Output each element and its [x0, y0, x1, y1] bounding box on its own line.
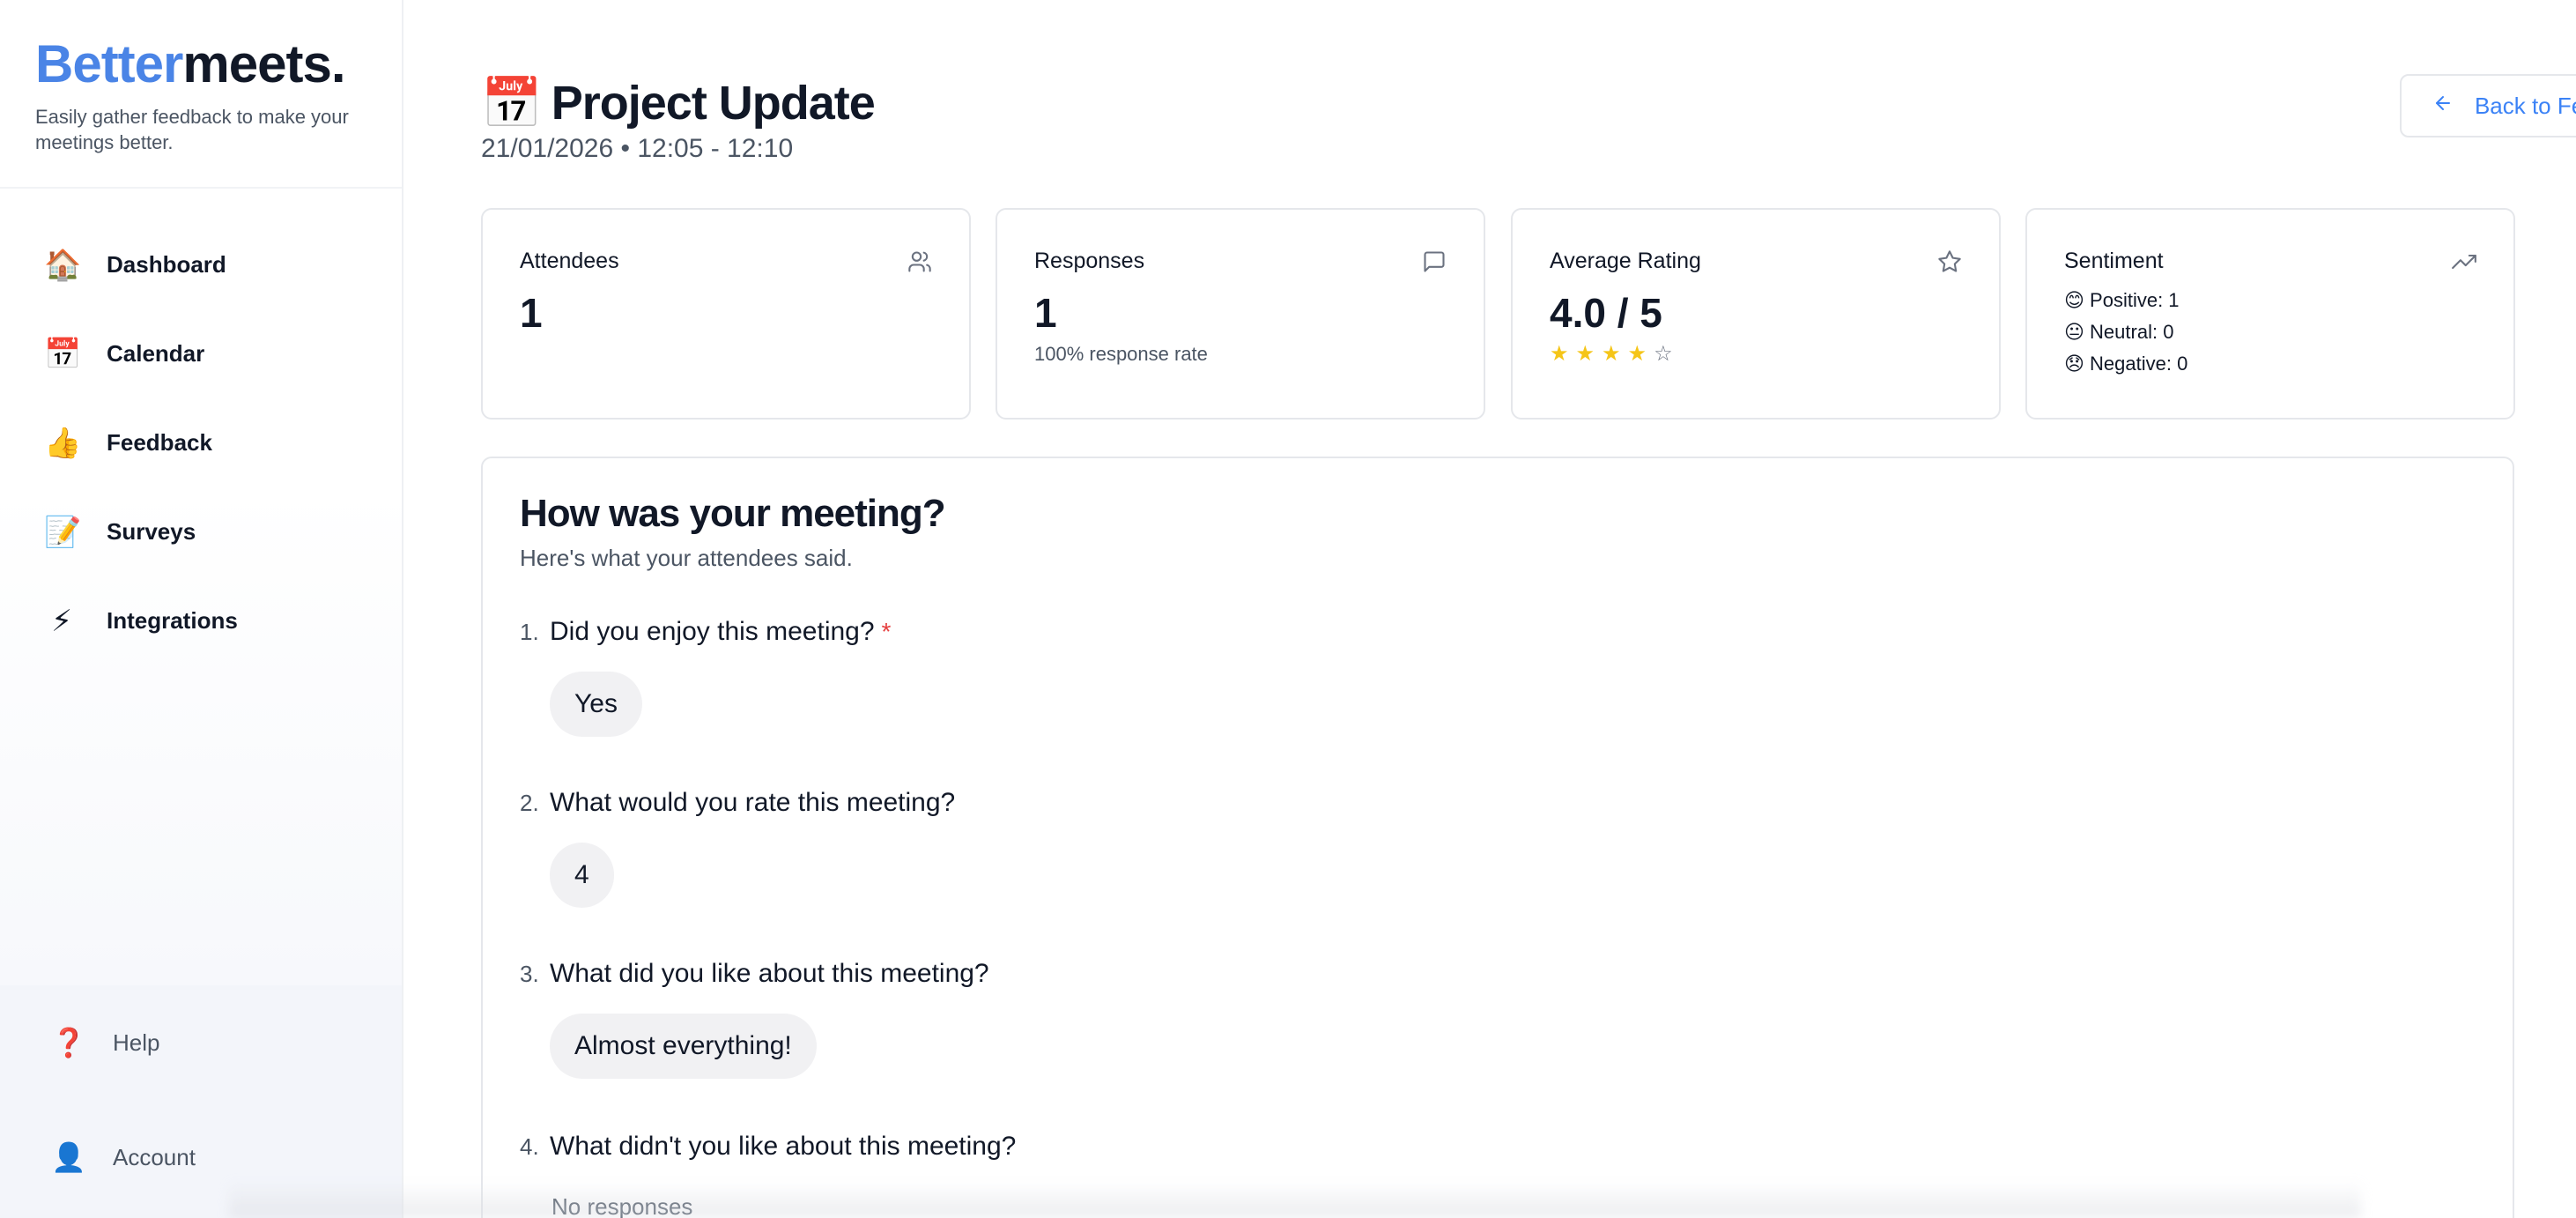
sentiment-neutral: 😐 Neutral: 0: [2064, 321, 2174, 343]
responses-count: 1: [1034, 290, 1057, 336]
no-responses-text: No responses: [551, 1193, 693, 1218]
question-item: 1. Did you enjoy this meeting? * Yes: [520, 617, 891, 737]
sidebar-item-account[interactable]: 👤 Account: [0, 1100, 402, 1214]
question-number: 2.: [520, 790, 539, 816]
required-marker: *: [881, 618, 892, 645]
brand: Bettermeets. Easily gather feedback to m…: [0, 0, 402, 189]
sidebar-item-label: Calendar: [107, 340, 205, 367]
sentiment-list: 😊 Positive: 1 😐 Neutral: 0 😞 Negative: 0: [2064, 285, 2476, 380]
brand-logo[interactable]: Bettermeets.: [35, 35, 366, 93]
calendar-icon: 📅: [44, 337, 82, 371]
lightning-icon: ⚡: [51, 604, 72, 638]
sentiment-negative: 😞 Negative: 0: [2064, 353, 2188, 375]
question-text: Did you enjoy this meeting?: [550, 617, 875, 646]
stats-cards: Attendees 1 Responses 1 100% response ra…: [481, 208, 2515, 420]
attendees-count: 1: [520, 290, 543, 336]
star-filled-icon: ★: [1575, 342, 1595, 366]
answer-pill: Almost everything!: [550, 1014, 817, 1079]
back-to-feedback-label: Back to Feedback: [2474, 92, 2576, 119]
card-title: Responses: [1034, 249, 1145, 273]
memo-icon: 📝: [44, 515, 82, 549]
arrow-left-icon: [2432, 93, 2454, 120]
responses-card: Responses 1 100% response rate: [996, 208, 1485, 420]
brand-tagline: Easily gather feedback to make your meet…: [35, 106, 349, 153]
question-item: 2. What would you rate this meeting? 4: [520, 788, 955, 908]
star-filled-icon: ★: [1627, 342, 1647, 366]
average-rating-value: 4.0 / 5: [1550, 290, 1662, 336]
sidebar-item-label: Integrations: [107, 607, 238, 634]
card-title: Sentiment: [2064, 249, 2164, 273]
panel-subtitle: Here's what your attendees said.: [520, 545, 853, 571]
sidebar-item-integrations[interactable]: ⚡ Integrations: [0, 576, 402, 665]
sidebar-item-label: Surveys: [107, 518, 196, 545]
responses-panel: How was your meeting? Here's what your a…: [481, 457, 2514, 1218]
trending-up-icon: [2452, 249, 2476, 274]
sidebar-item-help[interactable]: ❓ Help: [0, 985, 402, 1100]
attendees-card: Attendees 1: [481, 208, 971, 420]
brand-logo-better: Better: [35, 34, 183, 93]
answer-pill: 4: [550, 843, 614, 908]
rating-stars: ★ ★ ★ ★ ☆: [1550, 343, 1962, 366]
sidebar-nav: 🏠 Dashboard 📅 Calendar 👍 Feedback 📝 Surv…: [0, 189, 402, 665]
question-item: 4. What didn't you like about this meeti…: [520, 1132, 1016, 1218]
sidebar-item-feedback[interactable]: 👍 Feedback: [0, 398, 402, 487]
brand-logo-meets: meets.: [182, 34, 345, 93]
meeting-datetime: 21/01/2026 • 12:05 - 12:10: [481, 134, 794, 163]
sentiment-card: Sentiment 😊 Positive: 1 😐 Neutral: 0 😞 N…: [2025, 208, 2515, 420]
sidebar-item-label: Feedback: [107, 429, 212, 456]
sidebar-item-label: Dashboard: [107, 251, 226, 278]
calendar-icon: 📅: [481, 75, 543, 130]
question-number: 1.: [520, 619, 539, 645]
question-number: 4.: [520, 1133, 539, 1160]
house-icon: 🏠: [44, 248, 82, 282]
sidebar-item-calendar[interactable]: 📅 Calendar: [0, 309, 402, 398]
user-icon: 👤: [51, 1141, 86, 1173]
response-rate: 100% response rate: [1034, 343, 1208, 365]
back-to-feedback-button[interactable]: Back to Feedback: [2400, 74, 2576, 137]
sidebar-item-surveys[interactable]: 📝 Surveys: [0, 487, 402, 576]
page-header: 📅 Project Update: [481, 74, 876, 132]
users-icon: [907, 249, 932, 274]
page-title: Project Update: [551, 77, 876, 130]
star-empty-icon: ☆: [1654, 342, 1673, 366]
answer-pill: Yes: [550, 672, 642, 737]
star-filled-icon: ★: [1602, 342, 1621, 366]
question-text: What would you rate this meeting?: [550, 788, 956, 817]
star-icon: [1937, 249, 1962, 274]
question-icon: ❓: [51, 1027, 86, 1058]
card-title: Average Rating: [1550, 249, 1701, 273]
thumbs-up-icon: 👍: [44, 426, 82, 460]
sentiment-positive: 😊 Positive: 1: [2064, 289, 2180, 311]
sidebar-item-dashboard[interactable]: 🏠 Dashboard: [0, 220, 402, 309]
question-number: 3.: [520, 961, 539, 987]
sidebar-bottom: ❓ Help 👤 Account: [0, 985, 402, 1218]
card-title: Attendees: [520, 249, 619, 273]
average-rating-card: Average Rating 4.0 / 5 ★ ★ ★ ★ ☆: [1511, 208, 2001, 420]
sidebar-item-label: Account: [113, 1143, 196, 1170]
panel-title: How was your meeting?: [520, 492, 946, 535]
question-text: What did you like about this meeting?: [550, 959, 989, 988]
sidebar: Bettermeets. Easily gather feedback to m…: [0, 0, 403, 1218]
main-content: 📅 Project Update 21/01/2026 • 12:05 - 12…: [481, 0, 2576, 1218]
sidebar-item-label: Help: [113, 1029, 160, 1056]
question-item: 3. What did you like about this meeting?…: [520, 959, 989, 1079]
message-icon: [1422, 249, 1447, 274]
star-filled-icon: ★: [1550, 342, 1569, 366]
question-text: What didn't you like about this meeting?: [550, 1132, 1017, 1161]
